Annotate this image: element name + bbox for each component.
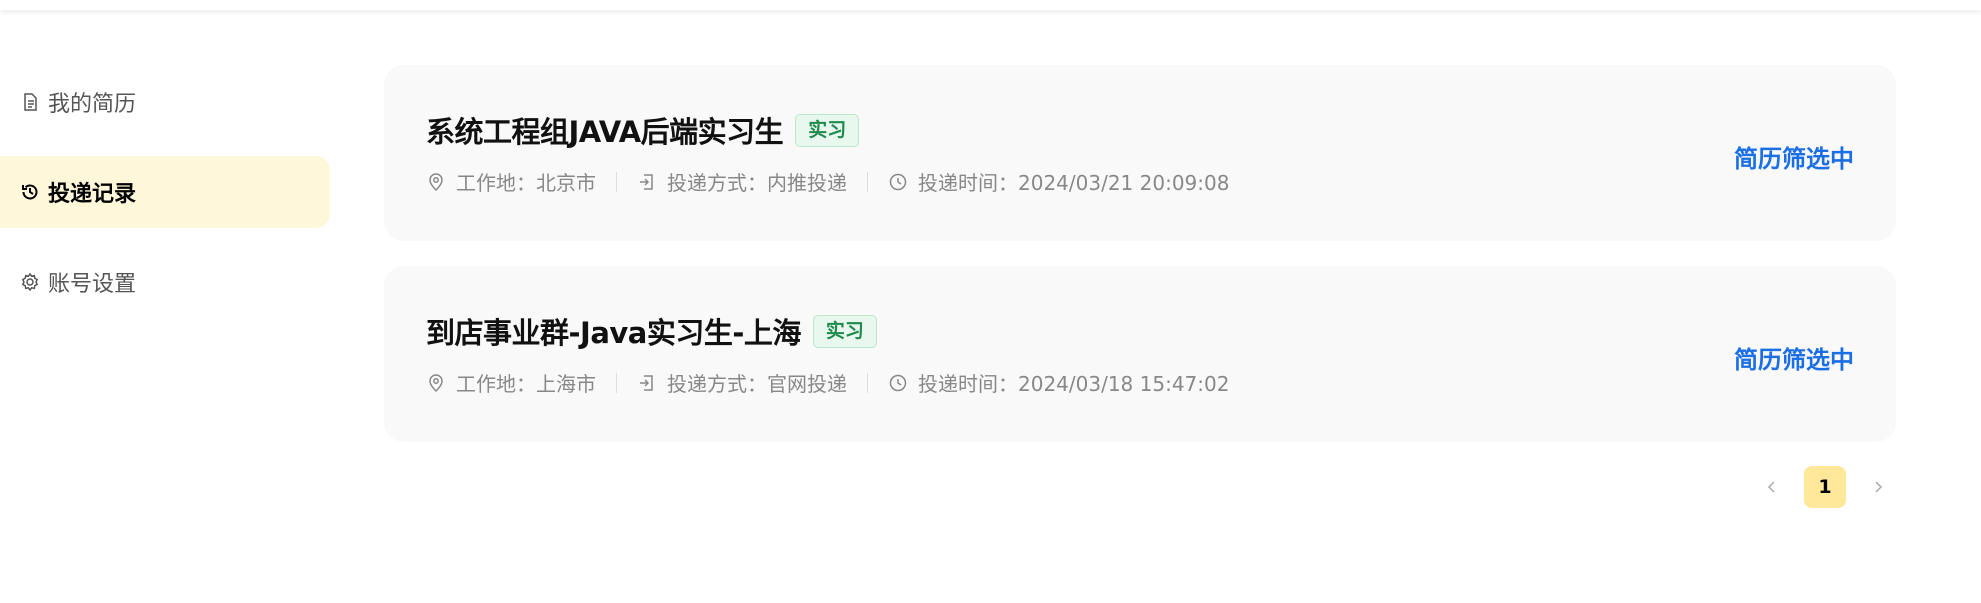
application-card[interactable]: 到店事业群-Java实习生-上海 实习 工作地：上海市 投递方式：官网投递 投递… xyxy=(384,266,1896,442)
page-button-current[interactable]: 1 xyxy=(1804,466,1846,508)
history-icon xyxy=(20,182,40,202)
divider xyxy=(616,171,617,192)
top-bar xyxy=(0,0,1981,10)
sidebar: 我的简历 投递记录 账号设置 xyxy=(0,66,330,336)
location-pin-icon xyxy=(429,373,443,392)
location-pin-icon xyxy=(429,172,443,191)
clock-icon xyxy=(889,374,907,391)
internship-tag: 实习 xyxy=(795,113,860,147)
application-card[interactable]: 系统工程组JAVA后端实习生 实习 工作地：北京市 投递方式：内推投递 投递时间… xyxy=(384,65,1896,241)
application-list: 系统工程组JAVA后端实习生 实习 工作地：北京市 投递方式：内推投递 投递时间… xyxy=(384,65,1896,467)
status-label: 简历筛选中 xyxy=(1734,145,1854,173)
sidebar-item-my-resume[interactable]: 我的简历 xyxy=(0,66,330,138)
sidebar-item-account-settings[interactable]: 账号设置 xyxy=(0,246,330,318)
sidebar-item-label: 账号设置 xyxy=(48,272,137,297)
internship-tag: 实习 xyxy=(812,314,877,348)
application-time: 投递时间：2024/03/21 20:09:08 xyxy=(888,167,1229,196)
login-icon xyxy=(640,173,653,190)
sidebar-item-label: 我的简历 xyxy=(48,92,137,117)
application-method: 投递方式：内推投递 xyxy=(637,167,847,196)
application-time: 投递时间：2024/03/18 15:47:02 xyxy=(888,368,1229,397)
job-title[interactable]: 到店事业群-Java实习生-上海 xyxy=(426,310,801,352)
chevron-right-icon[interactable] xyxy=(1858,467,1898,507)
application-method: 投递方式：官网投递 xyxy=(637,368,847,397)
sidebar-item-label: 投递记录 xyxy=(48,182,137,207)
divider xyxy=(867,171,868,192)
chevron-left-icon[interactable] xyxy=(1752,467,1792,507)
sidebar-item-applications[interactable]: 投递记录 xyxy=(0,156,330,228)
gear-icon xyxy=(20,272,40,292)
job-title[interactable]: 系统工程组JAVA后端实习生 xyxy=(426,109,784,151)
divider xyxy=(616,372,617,393)
document-icon xyxy=(20,92,40,112)
clock-icon xyxy=(889,173,907,190)
divider xyxy=(867,372,868,393)
location: 工作地：北京市 xyxy=(426,167,596,196)
location: 工作地：上海市 xyxy=(426,368,596,397)
pagination: 1 xyxy=(1752,466,1898,508)
login-icon xyxy=(640,374,653,391)
status-label: 简历筛选中 xyxy=(1734,346,1854,374)
